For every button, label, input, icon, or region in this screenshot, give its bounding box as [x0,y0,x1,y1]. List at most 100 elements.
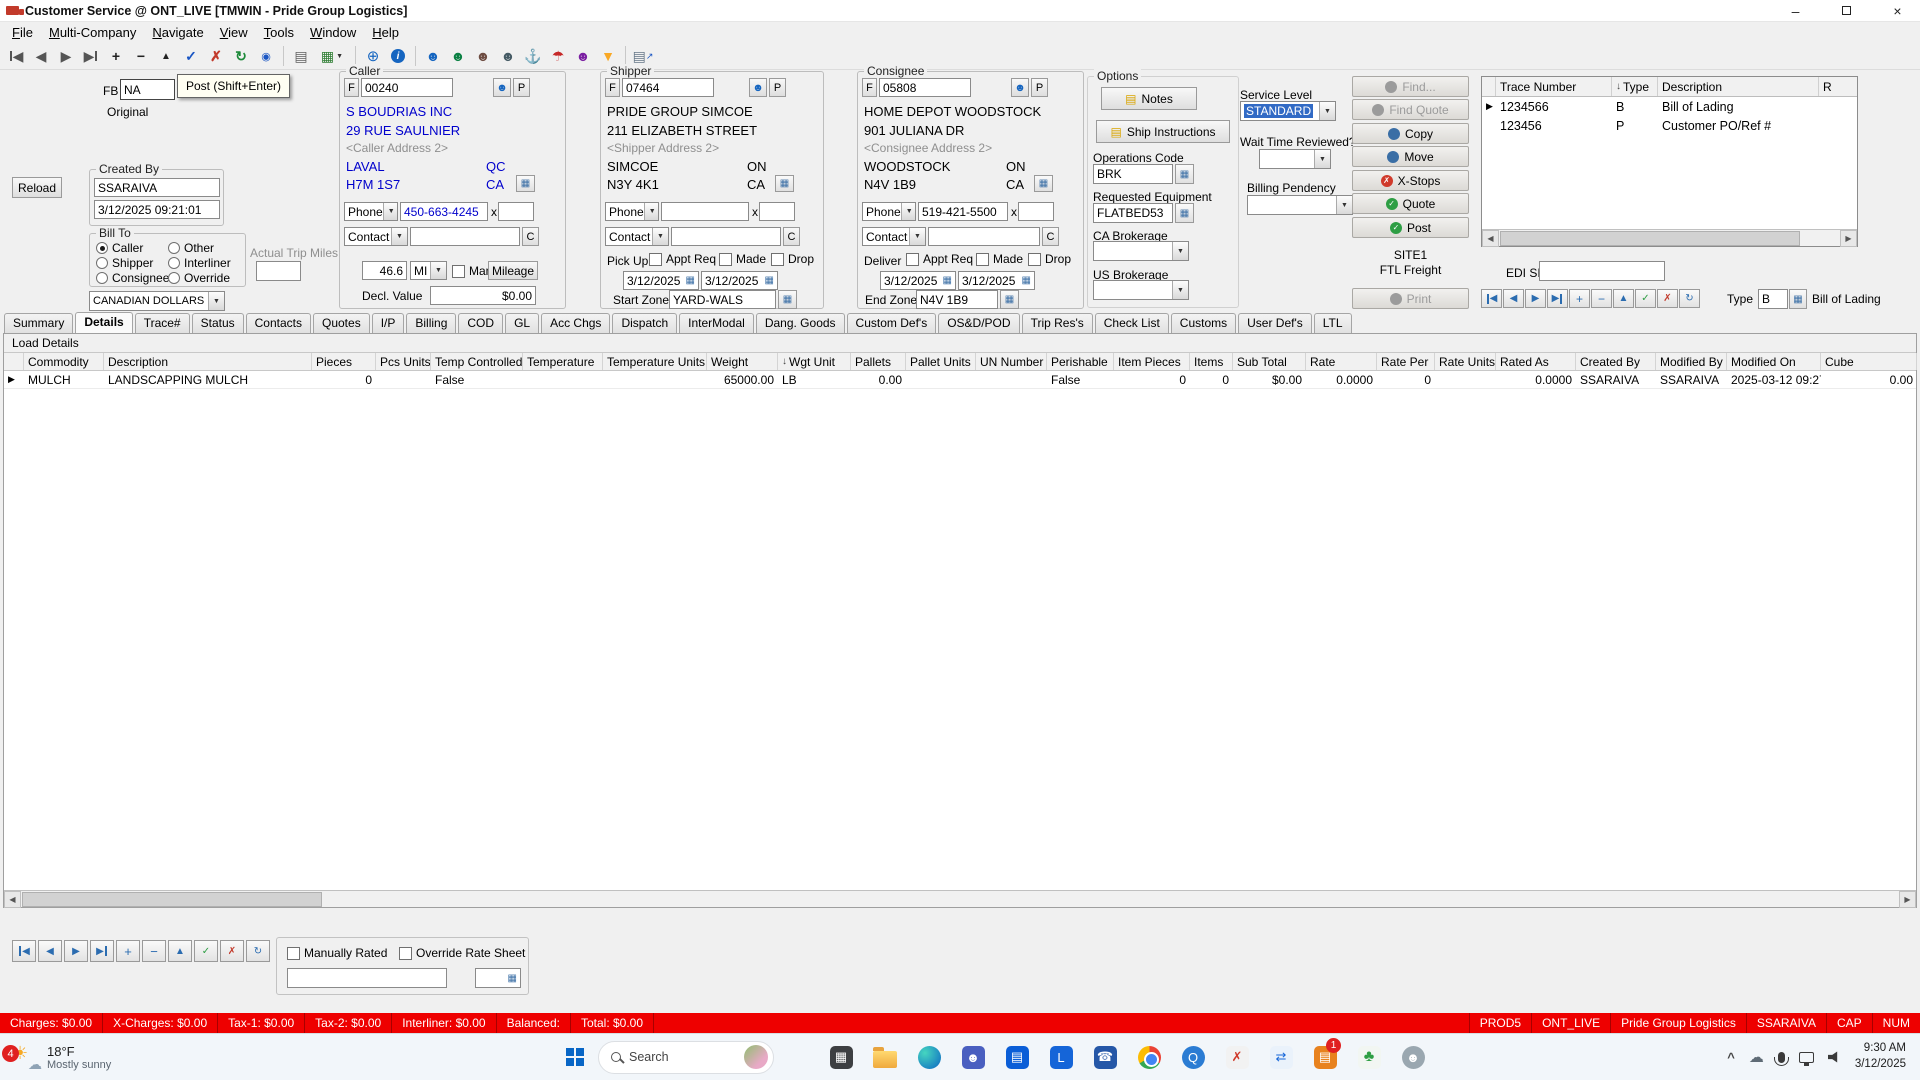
caller-decl-value-input[interactable]: $0.00 [430,286,536,305]
tab-check-list[interactable]: Check List [1095,313,1169,333]
taskbar-app-orange[interactable]: 1▤ [1308,1037,1342,1077]
scroll-right-icon[interactable]: ▶ [1840,230,1857,247]
caller-ext-input[interactable] [498,202,534,221]
requested-equipment-lookup-icon[interactable]: ▦ [1175,203,1194,223]
bill-to-consignee-radio[interactable]: Consignee [96,271,169,285]
drivers-icon[interactable]: ☻ [471,44,495,68]
column-header-description[interactable]: Description [104,353,312,370]
tab-details[interactable]: Details [75,312,132,333]
speaker-icon[interactable] [1828,1051,1841,1063]
consignee-f-button[interactable]: F [862,78,877,97]
column-header-weight[interactable]: Weight [707,353,778,370]
tab-user-defs[interactable]: User Def's [1238,313,1312,333]
load-last-button[interactable]: ▶ [90,940,114,962]
caller-miles-input[interactable]: 46.6 [362,261,407,280]
search-box[interactable]: Search [598,1041,774,1074]
billing-pendency-select[interactable]: ▼ [1247,195,1353,215]
column-header-cube[interactable]: Cube [1821,353,1917,370]
tab-intermodal[interactable]: InterModal [679,313,754,333]
quote-button[interactable]: ✓Quote [1352,193,1469,214]
taskbar-app-dialer[interactable]: ☎ [1088,1037,1122,1077]
column-header-created-by[interactable]: Created By [1576,353,1656,370]
close-button[interactable]: × [1875,0,1920,22]
caller-c-button[interactable]: C [522,227,539,246]
info-button[interactable]: i [386,44,410,68]
reload-button[interactable]: Reload [12,177,62,198]
requested-equipment-input[interactable]: FLATBED53 [1093,203,1173,223]
tab-dang-goods[interactable]: Dang. Goods [756,313,845,333]
caller-mileage-button[interactable]: Mileage [488,261,538,280]
copy-button[interactable]: Copy [1352,123,1469,144]
edit-record-button[interactable]: ▲ [154,44,178,68]
insert-record-button[interactable]: + [104,44,128,68]
caller-man-checkbox[interactable]: Man [452,264,492,278]
grid-view-button[interactable]: ▦▼ [314,44,350,68]
scrollbar-thumb[interactable] [22,892,322,907]
scrollbar-thumb[interactable] [1500,231,1800,246]
load-post-button[interactable]: ✓ [194,940,218,962]
shipper-profile-icon[interactable]: ☻ [749,78,767,97]
trace-delete-button[interactable]: − [1591,289,1612,308]
load-refresh-button[interactable]: ↻ [246,940,270,962]
tab-acc-chgs[interactable]: Acc Chgs [541,313,610,333]
microphone-icon[interactable] [1778,1052,1785,1063]
cancel-edit-button[interactable]: ✗ [204,44,228,68]
shipper-pickup-date-input[interactable]: 3/12/2025▦ [623,271,699,290]
us-brokerage-select[interactable]: ▼ [1093,280,1189,300]
shipper-phone-select[interactable]: Phone▼ [605,202,659,221]
trace-type-lookup-icon[interactable]: ▦ [1789,289,1807,309]
trace-first-button[interactable]: ◀ [1481,289,1502,308]
taskbar-app-phone-link[interactable]: L [1044,1037,1078,1077]
trace-description-column-header[interactable]: Description [1658,77,1819,96]
consignee-made-checkbox[interactable]: Made [976,252,1023,266]
tab-billing[interactable]: Billing [406,313,456,333]
taskbar-app-quick-assist[interactable]: Q [1176,1037,1210,1077]
caller-profile-icon[interactable]: ☻ [493,78,511,97]
menu-file[interactable]: File [4,23,41,42]
scroll-right-icon[interactable]: ▶ [1899,891,1916,908]
taskbar-app-edge[interactable] [912,1037,946,1077]
consignee-ext-input[interactable] [1018,202,1054,221]
taskbar-app-teams[interactable]: ☻ [956,1037,990,1077]
load-prev-button[interactable]: ◀ [38,940,62,962]
shipper-drop-checkbox[interactable]: Drop [771,252,814,266]
consignee-profile-icon[interactable]: ☻ [1011,78,1029,97]
consignee-deliver-date2-input[interactable]: 3/12/2025▦ [958,271,1035,290]
consignee-zone-lookup-icon[interactable]: ▦ [1000,290,1019,309]
trace-type-input[interactable]: B [1758,289,1788,309]
rating-input[interactable] [287,968,447,988]
menu-multi-company[interactable]: Multi-Company [41,23,144,42]
bill-to-override-radio[interactable]: Override [168,271,230,285]
taskbar-app-sync[interactable]: ⇄ [1264,1037,1298,1077]
taskbar-app-photos[interactable]: ▦ [824,1037,858,1077]
trace-type-column-header[interactable]: ↓Type [1612,77,1658,96]
column-header-temperature-units[interactable]: Temperature Units [603,353,707,370]
column-header-rate[interactable]: Rate [1306,353,1377,370]
bill-to-interliner-radio[interactable]: Interliner [168,256,231,270]
consignee-c-button[interactable]: C [1042,227,1059,246]
tab-customs[interactable]: Customs [1171,313,1236,333]
refresh-button[interactable]: ↻ [229,44,253,68]
tab-custom-defs[interactable]: Custom Def's [847,313,937,333]
menu-navigate[interactable]: Navigate [144,23,211,42]
shipper-p-button[interactable]: P [769,78,786,97]
actual-trip-miles-input[interactable] [256,261,301,281]
trace-next-button[interactable]: ▶ [1525,289,1546,308]
shipper-zone-lookup-icon[interactable]: ▦ [778,290,797,309]
consignee-phone-select[interactable]: Phone▼ [862,202,916,221]
trace-refresh-button[interactable]: ↻ [1679,289,1700,308]
trace-number-column-header[interactable]: Trace Number [1496,77,1612,96]
person-icon[interactable]: ☻ [571,44,595,68]
tab-dispatch[interactable]: Dispatch [612,313,677,333]
tab-trip-res[interactable]: Trip Res's [1022,313,1093,333]
fb-number-input[interactable]: NA [120,79,175,100]
tab-status[interactable]: Status [192,313,244,333]
tab-quotes[interactable]: Quotes [313,313,370,333]
trace-prev-button[interactable]: ◀ [1503,289,1524,308]
operations-code-lookup-icon[interactable]: ▦ [1175,164,1194,184]
trace-row[interactable]: 123456 P Customer PO/Ref # [1482,116,1857,135]
column-header-pcs-units[interactable]: Pcs Units [376,353,431,370]
column-header-sub-total[interactable]: Sub Total [1233,353,1306,370]
load-horizontal-scrollbar[interactable]: ◀ ▶ [4,890,1916,907]
shipper-pickup-date2-input[interactable]: 3/12/2025▦ [701,271,778,290]
